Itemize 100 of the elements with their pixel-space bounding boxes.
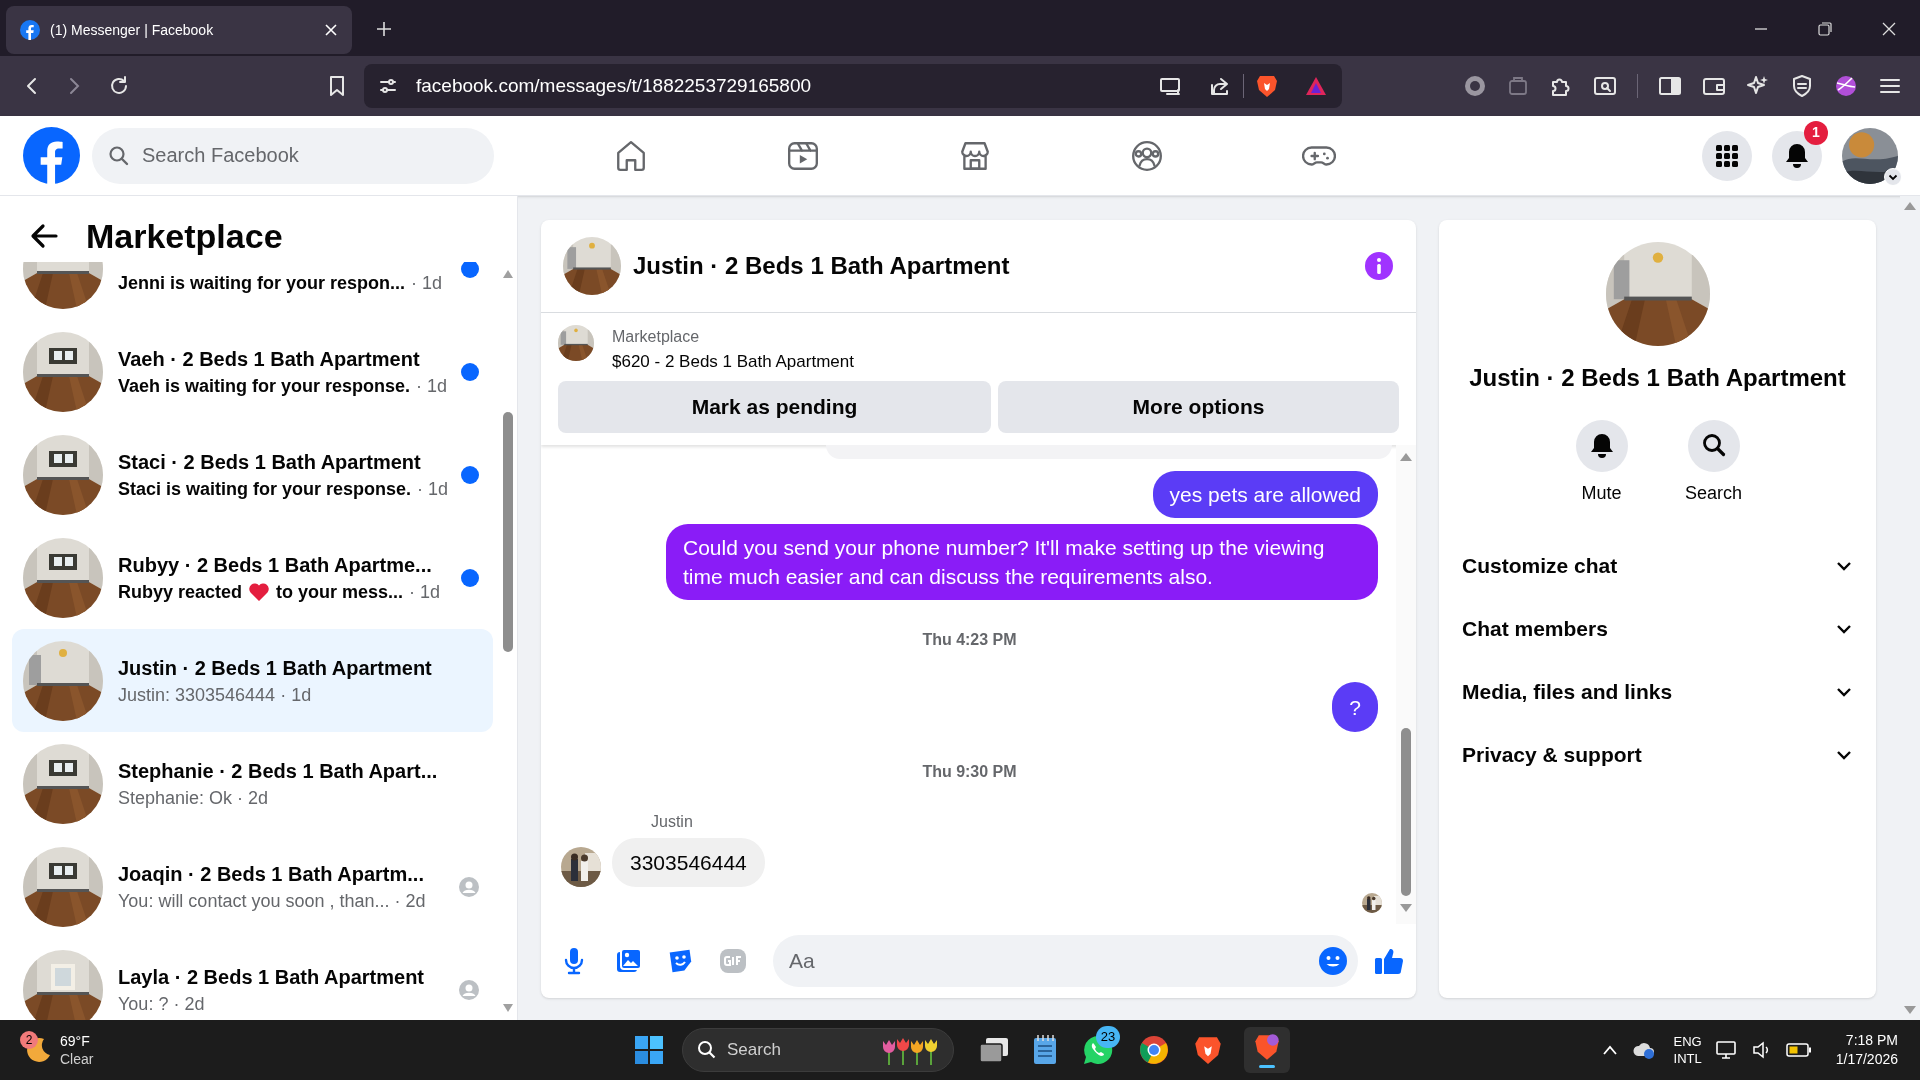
close-icon[interactable] bbox=[1882, 22, 1896, 36]
conversation-title: Layla · 2 Beds 1 Bath Apartment bbox=[118, 964, 425, 990]
search-icon bbox=[697, 1040, 717, 1060]
notification-badge: 23 bbox=[1096, 1026, 1120, 1048]
taskbar-app-button[interactable] bbox=[1244, 1027, 1290, 1073]
people-icon[interactable] bbox=[1130, 138, 1164, 173]
scroll-down-icon[interactable] bbox=[1904, 1006, 1916, 1014]
timestamp: · 1d bbox=[416, 374, 448, 398]
reload-icon[interactable] bbox=[108, 75, 130, 97]
chat-title: Justin · 2 Beds 1 Bath Apartment bbox=[633, 251, 1011, 281]
chat-title: Justin · 2 Beds 1 Bath Apartment bbox=[1469, 363, 1846, 393]
action-button[interactable]: More options bbox=[998, 381, 1399, 433]
section-label: Chat members bbox=[1462, 615, 1608, 642]
bell-icon bbox=[1785, 142, 1809, 169]
action-button[interactable]: Mark as pending bbox=[558, 381, 991, 433]
bookmark-icon[interactable] bbox=[328, 75, 346, 97]
message-bubble: ? bbox=[1332, 682, 1378, 732]
shield-icon[interactable] bbox=[1790, 74, 1814, 98]
record-icon[interactable] bbox=[1463, 74, 1487, 98]
listing-label: Marketplace bbox=[612, 327, 701, 347]
conversation-title: Staci · 2 Beds 1 Bath Apartment bbox=[118, 449, 422, 475]
microphone-icon[interactable] bbox=[563, 947, 585, 975]
weather-badge: 2 bbox=[20, 1031, 38, 1049]
home-icon[interactable] bbox=[614, 138, 648, 173]
scrollbar-thumb[interactable] bbox=[503, 412, 513, 652]
monitor-icon[interactable] bbox=[1715, 1040, 1738, 1060]
scroll-down-icon[interactable] bbox=[503, 1004, 513, 1012]
timestamp: · 1d bbox=[411, 271, 443, 295]
section-row[interactable]: Media, files and links bbox=[1451, 660, 1864, 723]
back-arrow-icon[interactable] bbox=[30, 222, 58, 250]
grid-icon bbox=[1716, 144, 1738, 167]
restore-icon[interactable] bbox=[1818, 22, 1832, 36]
orb-icon[interactable] bbox=[1834, 74, 1858, 98]
panel-title: Marketplace bbox=[86, 216, 283, 257]
windows-stack-icon[interactable] bbox=[978, 1035, 1010, 1065]
section-row[interactable]: Customize chat bbox=[1451, 534, 1864, 597]
sender-name: Justin bbox=[651, 812, 694, 832]
action-label: Search bbox=[1684, 482, 1742, 505]
scroll-up-icon[interactable] bbox=[1904, 202, 1916, 210]
share-icon[interactable] bbox=[1209, 75, 1231, 97]
site-settings-icon[interactable] bbox=[378, 76, 398, 96]
conversation-title: Rubyy · 2 Beds 1 Bath Apartme... bbox=[118, 552, 433, 578]
section-label: Privacy & support bbox=[1462, 741, 1642, 768]
notepad-icon[interactable] bbox=[1032, 1034, 1058, 1066]
cast-icon[interactable] bbox=[1159, 76, 1183, 96]
action-label: Mute bbox=[1581, 482, 1622, 505]
message-preview: to your mess... bbox=[276, 580, 404, 604]
message-bubble: yes pets are allowed bbox=[1152, 471, 1378, 518]
search-field[interactable]: Search bbox=[682, 1028, 954, 1072]
conversation-title: Joaqin · 2 Beds 1 Bath Apartm... bbox=[118, 861, 425, 887]
tab-title: (1) Messenger | Facebook bbox=[50, 20, 215, 40]
message-bubble: Could you send your phone number? It'll make setting up the viewing time much easier and can discuss the requirements also. bbox=[666, 524, 1378, 600]
message-preview: Stephanie: Ok · 2d bbox=[118, 786, 269, 810]
new-tab-icon[interactable] bbox=[376, 21, 392, 37]
cloud-icon[interactable] bbox=[1631, 1040, 1656, 1060]
conversation-item[interactable]: Justin · 2 Beds 1 Bath Apartment Justin: 3303546444 · 1d bbox=[12, 629, 493, 732]
scroll-up-icon[interactable] bbox=[503, 270, 513, 278]
section-row[interactable]: Privacy & support bbox=[1451, 723, 1864, 786]
conversation-title: Vaeh · 2 Beds 1 Bath Apartment bbox=[118, 346, 421, 372]
image-icon[interactable] bbox=[615, 947, 643, 975]
scroll-up-icon[interactable] bbox=[1400, 453, 1412, 461]
triangle-icon[interactable] bbox=[1304, 75, 1328, 97]
search-page-icon[interactable] bbox=[1593, 74, 1617, 98]
clock-time: 7:18 PM bbox=[1845, 1031, 1898, 1050]
section-row[interactable]: Chat members bbox=[1451, 597, 1864, 660]
message-field[interactable]: Aa bbox=[773, 935, 1358, 987]
facebook-logo[interactable] bbox=[23, 127, 80, 184]
address-bar[interactable]: facebook.com/messages/t/1882253729165800 bbox=[364, 64, 1342, 108]
thumbs-up-icon[interactable] bbox=[1374, 946, 1404, 976]
message-preview: Rubyy reacted bbox=[118, 580, 243, 604]
timestamp: · 1d bbox=[409, 580, 441, 604]
message-preview: Vaeh is waiting for your response. bbox=[118, 374, 411, 398]
facebook-icon bbox=[20, 20, 40, 40]
sidebar-icon[interactable] bbox=[1658, 74, 1682, 98]
notification-badge: 1 bbox=[1804, 120, 1828, 145]
clock-date: 1/17/2026 bbox=[1835, 1050, 1898, 1069]
windows-icon[interactable] bbox=[634, 1035, 664, 1065]
apps-button[interactable] bbox=[1702, 130, 1752, 181]
message-preview: Jenni is waiting for your respon... bbox=[118, 271, 406, 295]
section-label: Customize chat bbox=[1462, 552, 1618, 579]
emoji-icon[interactable] bbox=[1318, 946, 1348, 976]
browser-tab[interactable]: (1) Messenger | Facebook bbox=[6, 6, 352, 54]
conversation-title: Justin · 2 Beds 1 Bath Apartment bbox=[118, 655, 433, 681]
scrollbar-thumb[interactable] bbox=[1401, 728, 1411, 896]
chevron-down-icon[interactable] bbox=[1884, 167, 1902, 186]
message-preview: You: will contact you soon , than... · 2d bbox=[118, 889, 426, 913]
caret-up-icon[interactable] bbox=[1601, 1044, 1618, 1056]
temperature: 69°F bbox=[60, 1032, 91, 1050]
battery-icon[interactable] bbox=[1785, 1043, 1812, 1057]
scroll-down-icon[interactable] bbox=[1400, 904, 1412, 912]
search-field[interactable]: Search Facebook bbox=[92, 127, 494, 184]
message-preview: You: ? · 2d bbox=[118, 992, 205, 1016]
bell-icon bbox=[1589, 433, 1614, 459]
info-icon[interactable] bbox=[1364, 251, 1394, 281]
message-bubble: 3303546444 bbox=[612, 838, 765, 887]
timestamp: Thu 9:30 PM bbox=[922, 762, 1017, 782]
weather-widget[interactable]: 2 69°F Clear bbox=[22, 1032, 94, 1068]
search-placeholder: Search bbox=[727, 1039, 782, 1062]
search-icon bbox=[1701, 433, 1726, 459]
browser-icon[interactable] bbox=[1138, 1034, 1170, 1066]
